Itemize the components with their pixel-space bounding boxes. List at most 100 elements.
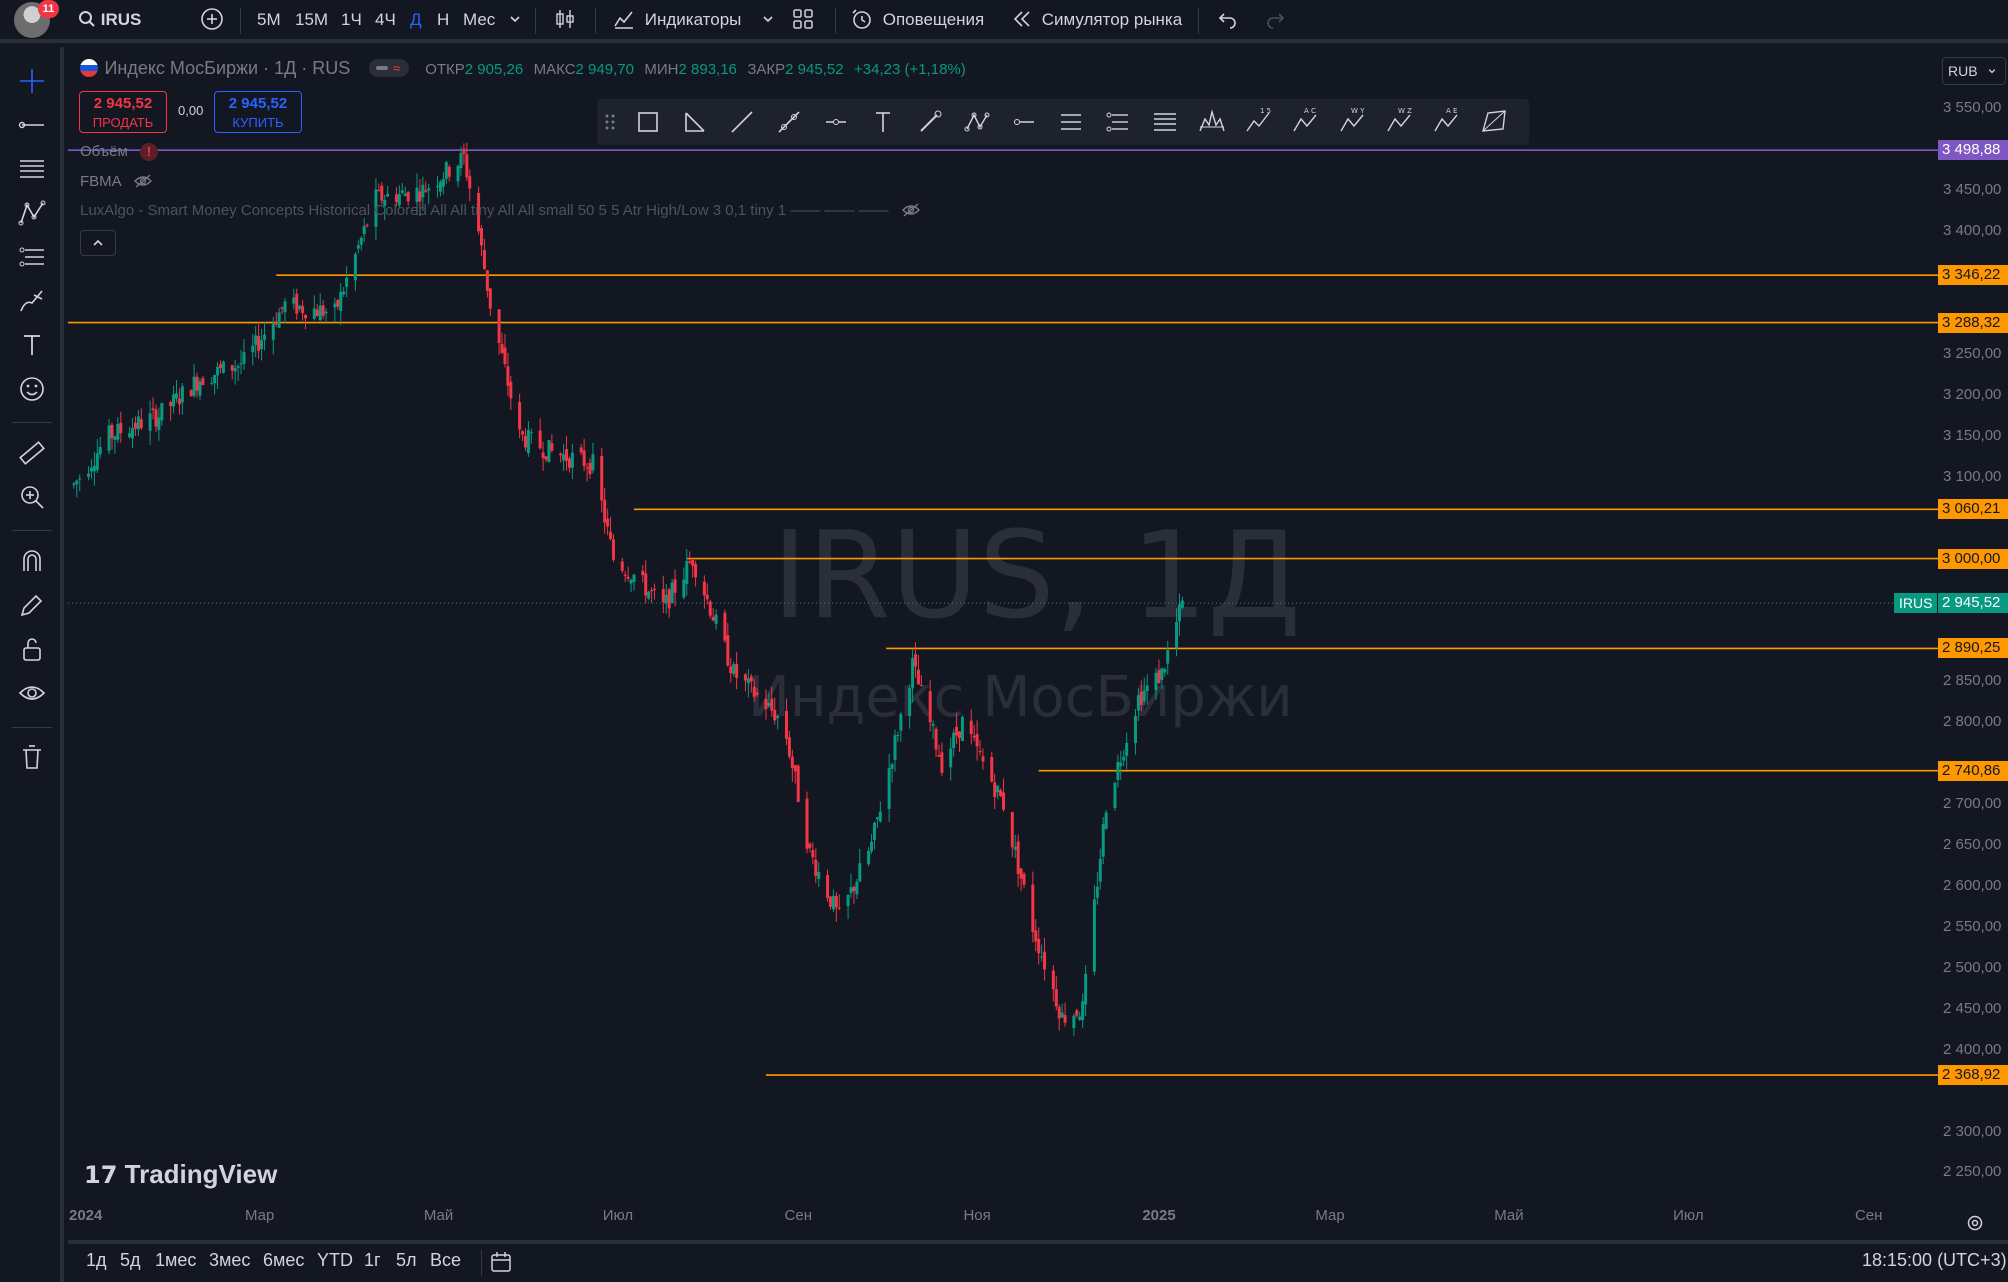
chart-pane[interactable]: IRUS, 1Д Индекс МосБиржи Индекс МосБиржи… (68, 47, 1939, 1236)
range-5y[interactable]: 5л (396, 1250, 417, 1271)
currency-selector[interactable]: RUB (1942, 57, 2006, 85)
interval-5m[interactable]: 5М (257, 0, 281, 40)
elliott-wz-tool-icon[interactable]: W Z (1385, 107, 1415, 137)
collapse-legend-button[interactable] (80, 230, 116, 256)
candle-body (870, 841, 874, 852)
interval-4h[interactable]: 4Ч (375, 0, 396, 40)
text-tool-icon[interactable] (868, 107, 898, 137)
fib-retracement-tool-icon[interactable] (1150, 107, 1180, 137)
candle-body (1057, 1006, 1061, 1019)
redo-button[interactable] (1264, 0, 1286, 40)
chevron-up-icon (93, 239, 103, 246)
indicator-luxalgo[interactable]: LuxAlgo - Smart Money Concepts Historica… (80, 202, 921, 219)
head-shoulders-tool-icon[interactable] (1197, 107, 1227, 137)
regression-tool-icon[interactable] (1103, 107, 1133, 137)
undo-icon (1218, 13, 1236, 29)
compare-button[interactable] (199, 0, 225, 40)
text-tool[interactable] (16, 329, 48, 361)
svg-text:W Y: W Y (1351, 107, 1365, 115)
candle-body (688, 561, 692, 563)
sell-button[interactable]: 2 945,52 ПРОДАТЬ (79, 91, 167, 133)
candle-body (365, 224, 369, 226)
range-1d[interactable]: 1д (86, 1250, 107, 1271)
brush-tool-icon[interactable] (915, 107, 945, 137)
layouts-button[interactable] (792, 0, 814, 40)
candle-body (260, 339, 264, 349)
interval-week[interactable]: Н (437, 0, 449, 40)
interval-15m[interactable]: 15М (295, 0, 328, 40)
emoji-tool[interactable] (16, 373, 48, 405)
legend-title[interactable]: Индекс МосБиржи · 1Д · RUS (104, 58, 350, 78)
candle-body (975, 734, 979, 747)
interval-day[interactable]: Д (410, 0, 422, 40)
chart-settings-button[interactable] (1965, 1213, 1985, 1238)
drag-handle-icon[interactable] (603, 107, 617, 137)
range-ytd[interactable]: YTD (317, 1250, 353, 1271)
indicators-button[interactable]: Индикаторы (612, 0, 741, 40)
parallel-channel-tool-icon[interactable] (1056, 107, 1086, 137)
range-6m[interactable]: 6мес (263, 1250, 304, 1271)
price-tick-label: 2 400,00 (1943, 1040, 2002, 1058)
fib-tool[interactable] (16, 153, 48, 185)
goto-date-button[interactable] (489, 1250, 513, 1275)
interval-dropdown[interactable] (508, 0, 522, 40)
ray-tool-icon[interactable] (774, 107, 804, 137)
brush-tool[interactable] (16, 285, 48, 317)
elliott-ae-tool-icon[interactable]: A E (1432, 107, 1462, 137)
range-5d[interactable]: 5д (120, 1250, 141, 1271)
candle-body (629, 579, 633, 584)
elliott-wy-tool-icon[interactable]: W Y (1338, 107, 1368, 137)
xabcd-pattern-tool-icon[interactable] (1479, 107, 1509, 137)
buy-button[interactable]: 2 945,52 КУПИТЬ (214, 91, 302, 133)
elliott-ac-tool-icon[interactable]: A C (1291, 107, 1321, 137)
candle-body (315, 309, 319, 317)
interval-1h[interactable]: 1Ч (341, 0, 362, 40)
forecast-tool[interactable] (16, 241, 48, 273)
crosshair-tool[interactable] (16, 65, 48, 97)
indicator-volume[interactable]: Объём ! (80, 143, 158, 161)
candle-body (990, 756, 994, 782)
indicators-dropdown[interactable] (761, 0, 775, 40)
timezone-clock[interactable]: 18:15:00 (UTC+3) (1862, 1250, 2007, 1271)
pattern-tool-icon[interactable] (962, 107, 992, 137)
eye-off-icon (901, 203, 920, 217)
candle-body (541, 452, 545, 459)
undo-button[interactable] (1217, 0, 1239, 40)
candle-body (899, 714, 903, 731)
time-axis[interactable]: 2024 Мар Май Июл Сен Ноя 2025 Мар Май Июл Сен (68, 1197, 1939, 1236)
svg-text:A E: A E (1446, 107, 1457, 115)
range-all[interactable]: Все (430, 1250, 461, 1271)
range-3m[interactable]: 3мес (209, 1250, 250, 1271)
elliott-15-tool-icon[interactable]: 1 5 (1244, 107, 1274, 137)
interval-month[interactable]: Мес (463, 0, 495, 40)
candle-body (277, 312, 281, 328)
trendline-tool-icon[interactable] (727, 107, 757, 137)
price-line-tool-icon[interactable] (1009, 107, 1039, 137)
rectangle-tool-icon[interactable] (633, 107, 663, 137)
indicator-fbma[interactable]: FBMA (80, 173, 153, 190)
candle-body (386, 193, 390, 197)
candle-body (216, 366, 220, 376)
time-tick-label: Июл (602, 1207, 634, 1224)
magnet-tool[interactable] (16, 545, 48, 577)
zoom-tool[interactable] (16, 481, 48, 513)
candle-body (1084, 973, 1088, 1005)
alerts-button[interactable]: Оповещения (850, 0, 984, 40)
measure-tool[interactable] (16, 437, 48, 469)
angle-tool-icon[interactable] (680, 107, 710, 137)
chart-style-button[interactable] (553, 0, 577, 40)
lock-drawings-tool[interactable] (16, 633, 48, 665)
hide-drawings-tool[interactable] (16, 677, 48, 709)
pattern-tool[interactable] (16, 197, 48, 229)
candle-body (1163, 669, 1167, 673)
symbol-search[interactable]: IRUS (78, 0, 141, 40)
remove-drawings-tool[interactable] (16, 741, 48, 773)
replay-button[interactable]: Симулятор рынка (1011, 0, 1182, 40)
candle-body (837, 907, 841, 909)
tradingview-logo[interactable]: 𝟭𝟳 TradingView (84, 1159, 277, 1190)
horizontal-ray-tool-icon[interactable] (821, 107, 851, 137)
range-1m[interactable]: 1мес (155, 1250, 196, 1271)
keep-drawing-tool[interactable] (16, 589, 48, 621)
trend-line-tool[interactable] (16, 109, 48, 141)
range-1y[interactable]: 1г (364, 1250, 381, 1271)
